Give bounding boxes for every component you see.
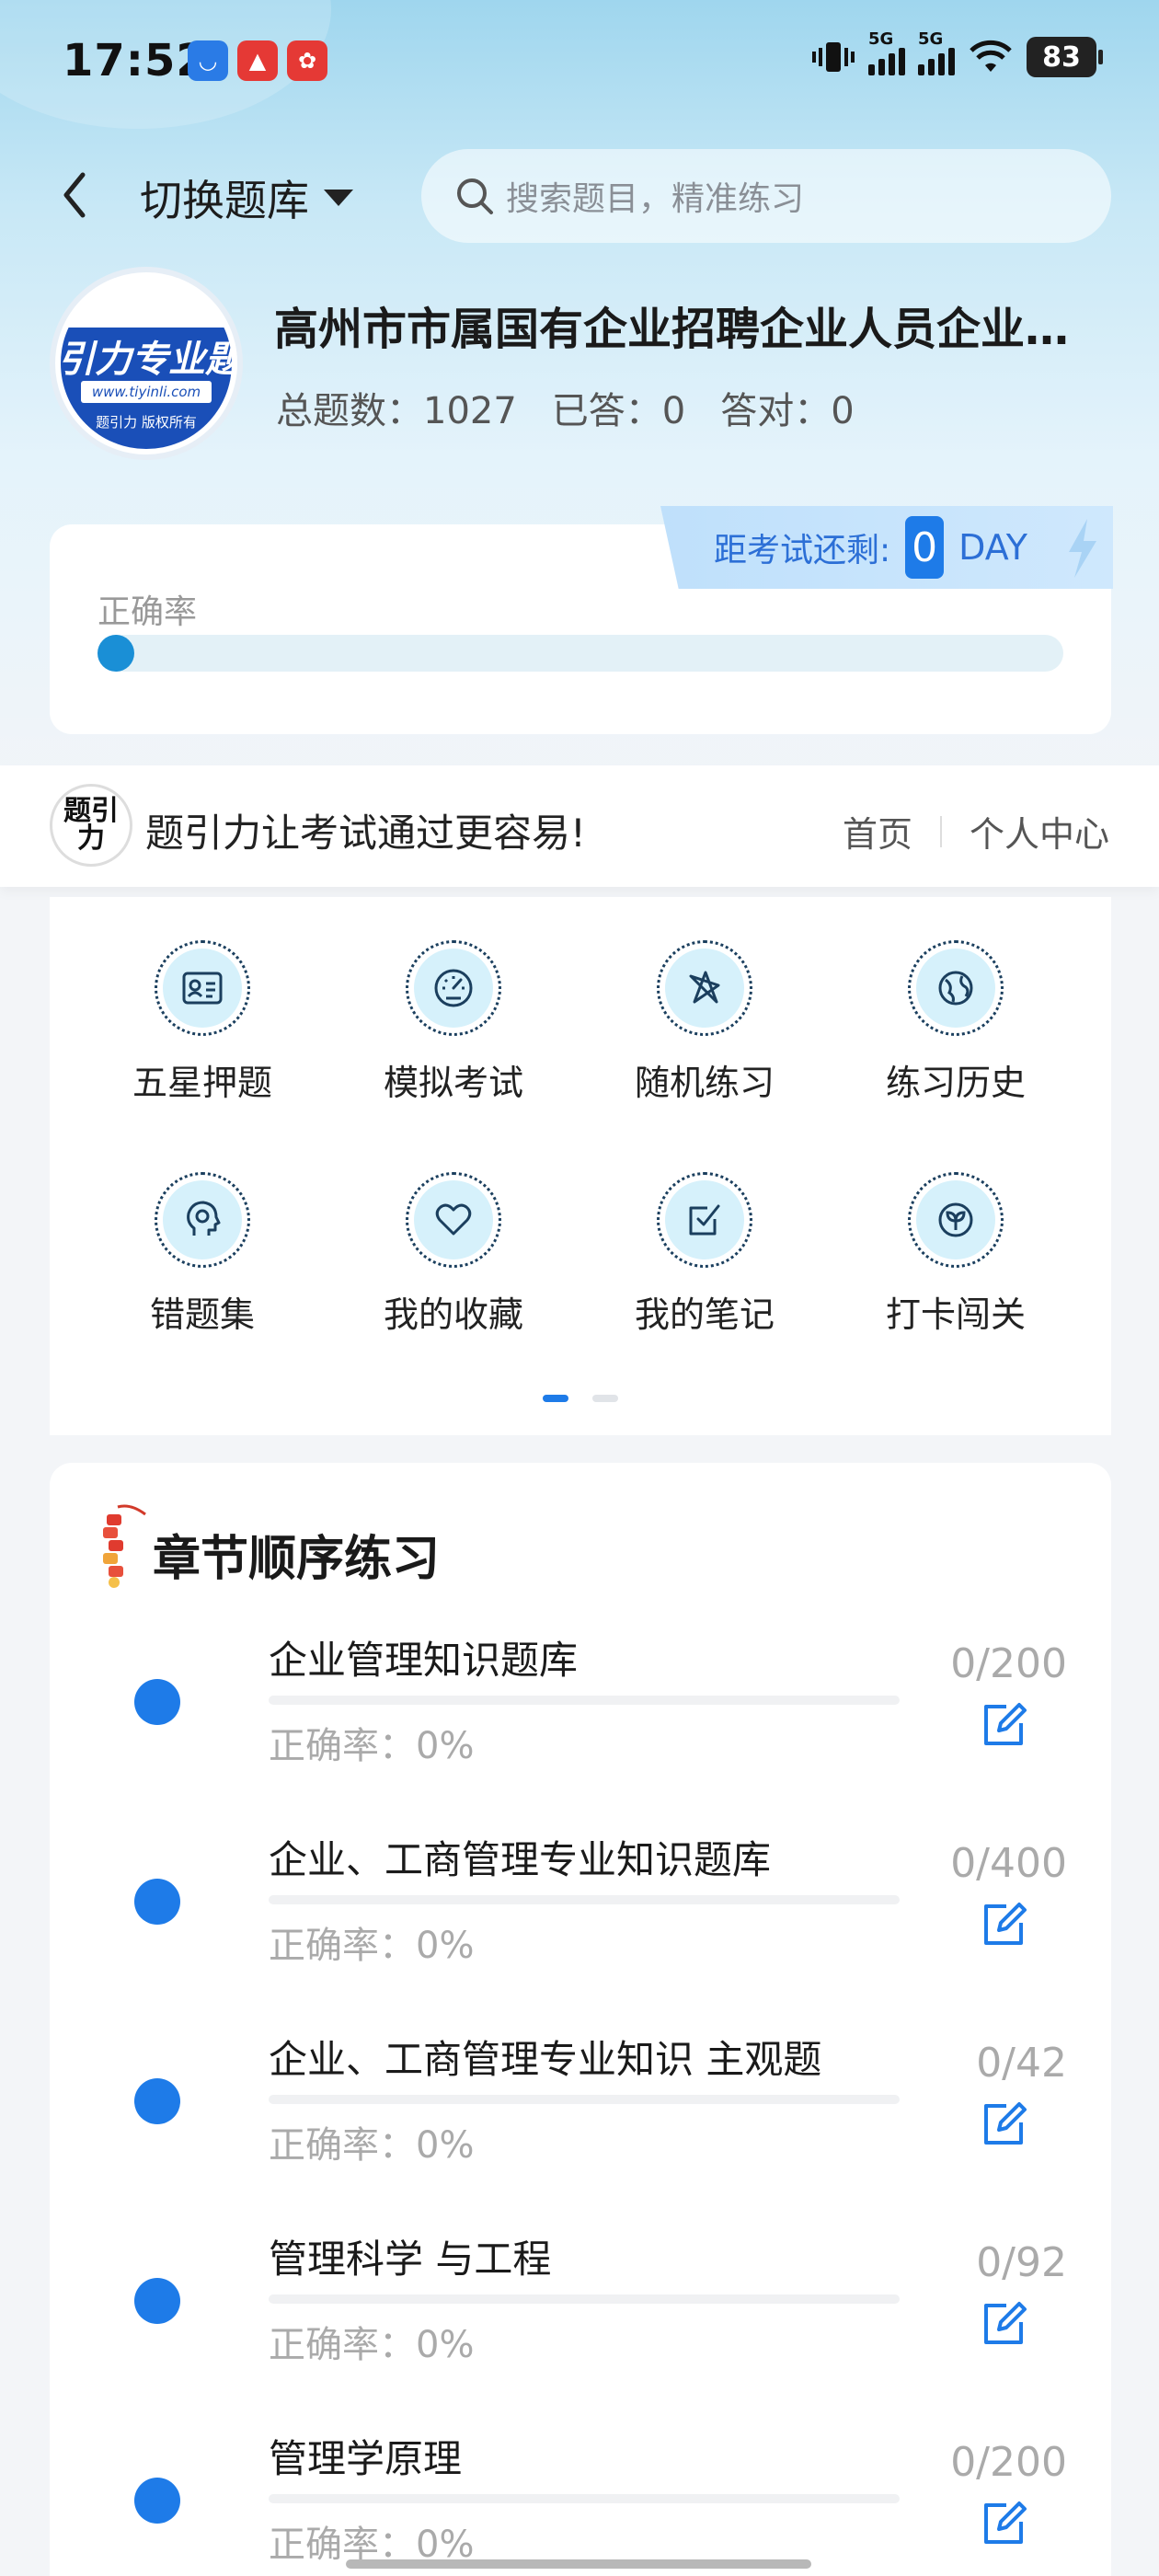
accuracy-progress-fill — [98, 635, 134, 672]
chapter-progress-track — [269, 2294, 900, 2304]
profile-link[interactable]: 个人中心 — [970, 806, 1109, 857]
chapter-accuracy: 正确率：0% — [269, 2124, 475, 2167]
chapter-row[interactable]: 企业、工商管理专业知识题库 正确率：0% 0/400 — [0, 1814, 1159, 2014]
bank-title: 高州市市属国有企业招聘企业人员企业管理题库 — [274, 304, 1102, 355]
chapter-progress-track — [269, 1696, 900, 1705]
speedometer-icon — [434, 969, 473, 1007]
status-time: 17:52 — [63, 35, 208, 86]
chapter-bullet — [134, 2278, 180, 2324]
feature-checkin[interactable]: 打卡闯关 — [827, 1172, 1084, 1337]
wifi-icon — [970, 40, 1012, 72]
chapter-progress-track — [269, 2095, 900, 2104]
id-card-icon — [182, 972, 223, 1005]
cellular-signal-icon: 5G — [918, 29, 955, 75]
app-notification-icon: ✿ — [287, 40, 327, 81]
chapter-count: 0/200 — [950, 2439, 1067, 2486]
switch-bank-dropdown[interactable]: 切换题库 — [140, 167, 353, 228]
chapter-bullet — [134, 1679, 180, 1725]
battery-indicator: 83 — [1027, 37, 1103, 77]
chapter-bullet — [134, 1879, 180, 1925]
random-icon — [689, 971, 720, 1004]
bank-stats: 总题数：1027 已答：0 答对：0 — [276, 381, 855, 434]
feature-pager — [543, 1395, 618, 1402]
chapter-count: 0/400 — [950, 1840, 1067, 1887]
vibrate-icon — [812, 42, 855, 72]
sprout-icon — [938, 1202, 973, 1237]
app-notification-icon: ▲ — [237, 40, 278, 81]
chapter-count: 0/42 — [976, 2040, 1067, 2087]
chapter-count: 0/200 — [950, 1640, 1067, 1687]
feature-random-practice[interactable]: 随机练习 — [576, 940, 833, 1105]
home-link[interactable]: 首页 — [843, 806, 912, 857]
note-check-icon — [689, 1204, 720, 1236]
lightning-icon — [1069, 519, 1096, 578]
heart-icon — [435, 1203, 472, 1236]
cellular-signal-icon: 5G — [868, 29, 905, 75]
slogan-bar: 题引力 题引力让考试通过更容易! 首页 个人中心 — [0, 765, 1159, 887]
search-placeholder: 搜索题目，精准练习 — [506, 180, 805, 218]
globe-icon — [938, 971, 973, 1006]
feature-wrong-set[interactable]: 错题集 — [74, 1172, 331, 1337]
countdown-unit: DAY — [958, 527, 1027, 568]
feature-five-star[interactable]: 五星押题 — [74, 940, 331, 1105]
divider — [939, 815, 942, 847]
chapter-bullet — [134, 2478, 180, 2524]
search-input[interactable]: 搜索题目，精准练习 — [421, 149, 1111, 243]
chapter-row[interactable]: 管理科学 与工程 正确率：0% 0/92 — [0, 2214, 1159, 2413]
status-bar: 17:52 ◡ ▲ ✿ 5G 5G 83 — [0, 0, 1159, 124]
total-questions: 总题数：1027 — [276, 390, 517, 432]
pager-dot[interactable] — [592, 1395, 618, 1402]
feature-mock-exam[interactable]: 模拟考试 — [325, 940, 582, 1105]
chapter-name: 企业、工商管理专业知识 主观题 — [269, 2037, 822, 2082]
edit-icon[interactable] — [979, 2498, 1030, 2549]
countdown-value: 0 — [905, 516, 945, 579]
slogan-text: 题引力让考试通过更容易! — [145, 811, 586, 856]
head-icon — [187, 1201, 221, 1236]
chapter-name: 企业、工商管理专业知识题库 — [269, 1837, 772, 1882]
brand-logo: 题引力 — [50, 784, 132, 867]
chapter-count: 0/92 — [976, 2239, 1067, 2286]
chapter-row[interactable]: 企业管理知识题库 正确率：0% 0/200 — [0, 1615, 1159, 1814]
accuracy-label: 正确率 — [98, 593, 198, 631]
chapter-progress-track — [269, 1895, 900, 1904]
chapter-progress-track — [269, 2494, 900, 2503]
edit-icon[interactable] — [979, 1899, 1030, 1950]
chapter-accuracy: 正确率：0% — [269, 1725, 475, 1767]
edit-icon[interactable] — [979, 2298, 1030, 2350]
firecracker-icon — [103, 1504, 146, 1588]
chapter-row[interactable]: 企业、工商管理专业知识 主观题 正确率：0% 0/42 — [0, 2014, 1159, 2214]
chapter-accuracy: 正确率：0% — [269, 1925, 475, 1967]
edit-icon[interactable] — [979, 2099, 1030, 2150]
feature-favorites[interactable]: 我的收藏 — [325, 1172, 582, 1337]
chapter-name: 管理学原理 — [269, 2436, 463, 2481]
feature-history[interactable]: 练习历史 — [827, 940, 1084, 1105]
home-indicator[interactable] — [346, 2559, 811, 2569]
correct-count: 答对：0 — [720, 390, 855, 432]
answered-count: 已答：0 — [551, 390, 686, 432]
switch-bank-label: 切换题库 — [140, 176, 309, 225]
chapter-name: 企业管理知识题库 — [269, 1638, 579, 1683]
countdown-label: 距考试还剩: — [714, 532, 891, 569]
back-arrow-icon[interactable] — [53, 166, 94, 224]
pager-dot-active[interactable] — [543, 1395, 568, 1402]
chapter-name: 管理科学 与工程 — [269, 2237, 552, 2282]
caret-down-icon — [324, 190, 353, 206]
chapter-row[interactable]: 管理学原理 正确率：0% 0/200 — [0, 2413, 1159, 2576]
chapter-bullet — [134, 2078, 180, 2124]
search-icon — [457, 178, 493, 214]
chapter-accuracy: 正确率：0% — [269, 2324, 475, 2366]
edit-icon[interactable] — [979, 1699, 1030, 1751]
feature-notes[interactable]: 我的笔记 — [576, 1172, 833, 1337]
chapter-section-title: 章节顺序练习 — [153, 1532, 441, 1587]
exam-countdown: 距考试还剩: 0 DAY — [660, 506, 1113, 589]
accuracy-track — [98, 635, 1063, 672]
app-notification-icon: ◡ — [188, 40, 228, 81]
bank-logo: 引力专业题 www.tiyinli.com 题引力 版权所有 — [50, 267, 243, 460]
